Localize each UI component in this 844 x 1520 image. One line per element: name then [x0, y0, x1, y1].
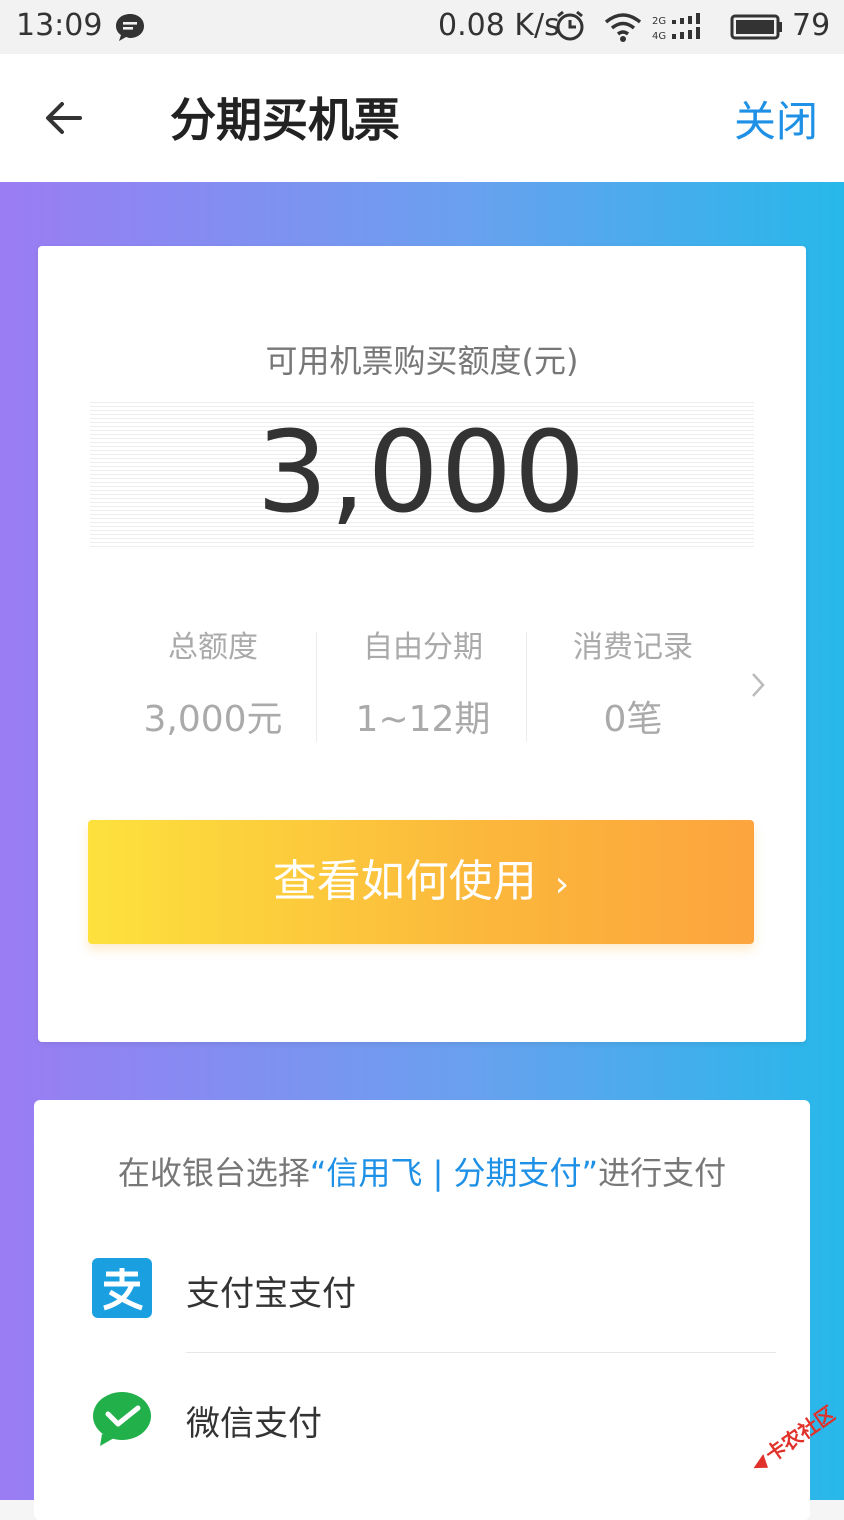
message-icon	[116, 14, 144, 41]
battery-icon	[730, 14, 782, 40]
svg-text:2G: 2G	[652, 16, 666, 27]
stat-value: 0笔	[603, 699, 663, 740]
watermark-logo: 卡农社区	[753, 1404, 836, 1469]
credit-stats[interactable]: 总额度 3,000元 自由分期 1~12期 消费记录 0笔	[108, 622, 788, 746]
wechat-pay-icon	[93, 1392, 151, 1446]
alarm-icon	[556, 10, 584, 41]
payment-method-alipay: 支付宝支付	[34, 1228, 810, 1352]
chevron-right-icon[interactable]	[748, 670, 768, 700]
stat-title: 总额度	[168, 630, 258, 665]
chevron-right-icon: ›	[554, 864, 570, 905]
hint-highlight: “信用飞 | 分期支付”	[309, 1154, 599, 1192]
back-arrow-icon[interactable]	[40, 94, 88, 142]
stat-title: 自由分期	[363, 630, 483, 665]
amount-box: 3,000	[90, 400, 754, 550]
stat-title: 消费记录	[573, 630, 693, 665]
stat-spending-records[interactable]: 消费记录 0笔	[528, 622, 738, 742]
network-speed: 0.08 K/s	[438, 8, 560, 43]
divider	[316, 632, 317, 742]
svg-text:4G: 4G	[652, 31, 666, 42]
hint-prefix: 在收银台选择	[117, 1154, 310, 1192]
available-credit-label: 可用机票购买额度(元)	[265, 342, 579, 380]
payment-method-label: 微信支付	[186, 1404, 322, 1444]
payment-method-label: 支付宝支付	[186, 1274, 356, 1314]
close-button[interactable]: 关闭	[734, 88, 818, 149]
status-time: 13:09	[16, 8, 103, 43]
stat-value: 3,000元	[143, 699, 283, 740]
stat-value: 1~12期	[355, 699, 491, 740]
wifi-icon	[604, 13, 642, 42]
how-to-use-label: 查看如何使用	[272, 856, 537, 907]
payment-methods-panel: 在收银台选择“信用飞 | 分期支付”进行支付 支付宝支付 微信支付	[34, 1100, 810, 1520]
signal-icon: 2G 4G	[652, 13, 700, 42]
nav-bar: 分期买机票 关闭	[0, 54, 844, 182]
payment-hint: 在收银台选择“信用飞 | 分期支付”进行支付	[34, 1148, 810, 1194]
hint-suffix: 进行支付	[598, 1154, 727, 1192]
alipay-icon	[92, 1258, 152, 1318]
how-to-use-button[interactable]: 查看如何使用 ›	[88, 820, 754, 944]
page-title: 分期买机票	[170, 93, 400, 147]
status-bar: 13:09 0.08 K/s 2G 4G 79	[0, 0, 844, 54]
divider	[186, 1352, 776, 1353]
credit-card-panel: 可用机票购买额度(元) 3,000 总额度 3,000元 自由分期 1~12期 …	[38, 246, 806, 1042]
stat-total-limit: 总额度 3,000元	[108, 622, 318, 742]
available-credit-amount: 3,000	[256, 408, 588, 538]
stat-installments: 自由分期 1~12期	[318, 622, 528, 742]
battery-percent: 79	[792, 8, 831, 43]
payment-method-wechat: 微信支付	[34, 1358, 810, 1482]
svg-text:卡农社区: 卡农社区	[761, 1404, 836, 1467]
divider	[526, 632, 527, 742]
